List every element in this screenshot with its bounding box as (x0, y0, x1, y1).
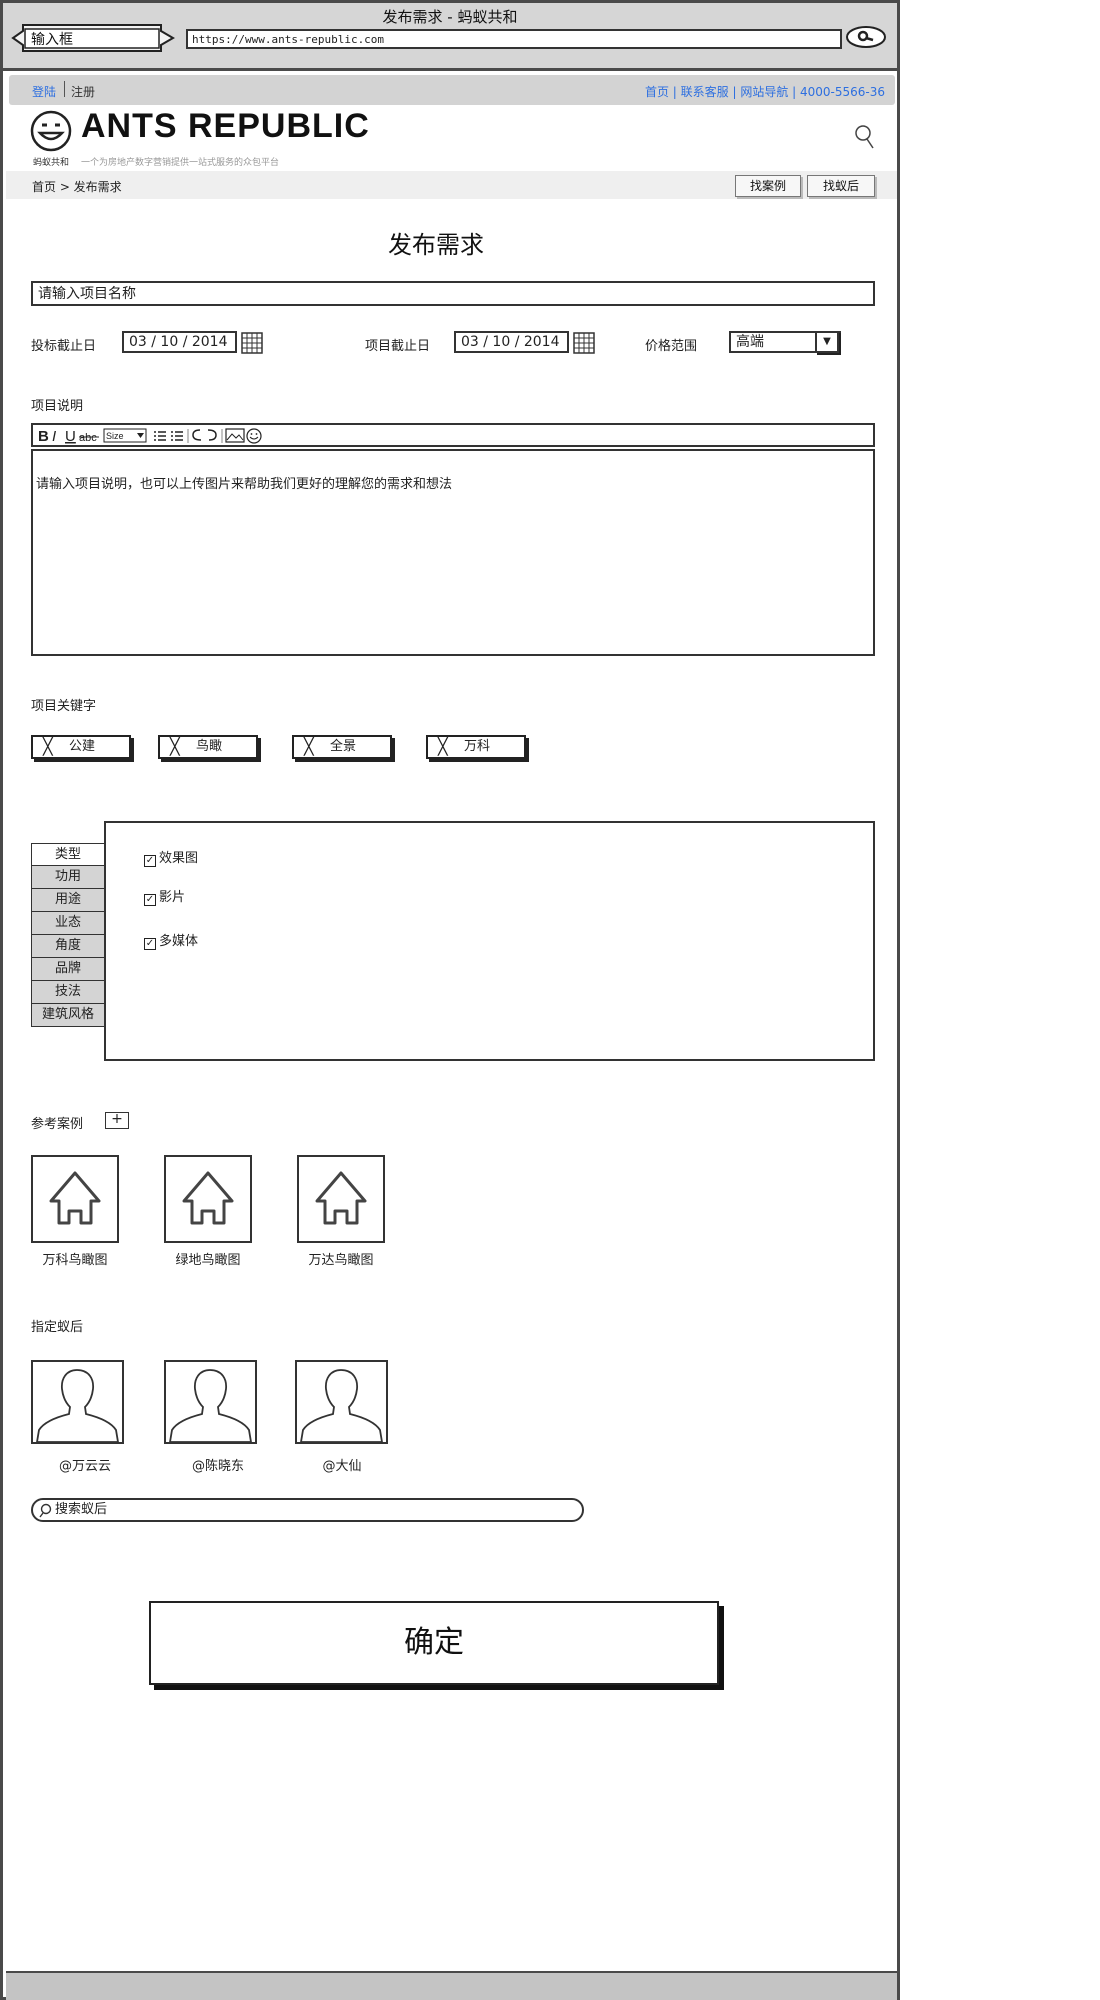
house-icon (49, 1171, 101, 1225)
svg-text:abc: abc (79, 432, 97, 444)
case-image-placeholder[interactable] (297, 1155, 385, 1243)
checkbox-option[interactable]: ✓ 多媒体 (144, 930, 198, 950)
description-editor[interactable]: 请输入项目说明，也可以上传图片来帮助我们更好的理解您的需求和想法 (31, 449, 875, 656)
editor-toolbar: B I U abc Size (31, 423, 875, 447)
bid-deadline-field[interactable]: 03 / 10 / 2014 (122, 331, 237, 353)
smiley-logo-icon (30, 110, 72, 152)
close-icon[interactable]: ╳ (170, 737, 180, 757)
queen-name[interactable]: @大仙 (282, 1455, 402, 1474)
checkbox-option[interactable]: ✓ 影片 (144, 886, 185, 906)
price-range-label: 价格范围 (645, 339, 698, 354)
tab-technique[interactable]: 技法 (31, 981, 105, 1004)
case-label: 万科鸟瞰图 (42, 1253, 108, 1268)
checkbox-checked-icon[interactable]: ✓ (144, 938, 156, 950)
close-icon[interactable]: ╳ (304, 737, 314, 757)
tab-angle[interactable]: 角度 (31, 935, 105, 958)
brand-name: ANTS REPUBLIC (81, 107, 370, 145)
login-link[interactable]: 登陆 (32, 83, 56, 100)
search-icon (39, 1503, 52, 1518)
tab-type[interactable]: 类型 (31, 843, 105, 866)
case-label: 绿地鸟瞰图 (175, 1253, 241, 1268)
dropdown-arrow-icon[interactable]: ▼ (815, 331, 839, 353)
emoji-icon[interactable] (246, 428, 262, 444)
add-icon[interactable]: + (105, 1112, 129, 1129)
description-label: 项目说明 (31, 399, 84, 414)
user-silhouette-icon (169, 1369, 252, 1442)
bold-icon[interactable]: B (38, 428, 49, 445)
address-bar[interactable]: https://www.ants-republic.com (186, 29, 842, 49)
tab-label: 输入框 (31, 32, 73, 48)
browser-window: 发布需求 - 蚂蚁共和 输入框 https://www.ants-republi… (0, 0, 900, 2000)
redo-icon[interactable] (207, 429, 217, 441)
house-icon (182, 1171, 234, 1225)
tab-business[interactable]: 业态 (31, 912, 105, 935)
italic-icon[interactable]: I (52, 428, 56, 445)
designated-queen-label: 指定蚁后 (31, 1320, 84, 1335)
browser-search-button[interactable] (845, 25, 887, 49)
keyword-tag[interactable]: ╳ 公建 (31, 735, 131, 759)
keyword-tag[interactable]: ╳ 全景 (292, 735, 392, 759)
house-icon (315, 1171, 367, 1225)
checkbox-checked-icon[interactable]: ✓ (144, 855, 156, 867)
reference-cases-label: 参考案例 (31, 1117, 84, 1132)
bullet-list-icon[interactable] (154, 431, 166, 441)
tab-brand[interactable]: 品牌 (31, 958, 105, 981)
category-tabs: 类型 功用 用途 业态 角度 品牌 技法 建筑风格 (31, 843, 105, 1027)
numbered-list-icon[interactable] (171, 431, 183, 441)
keyword-tag[interactable]: ╳ 万科 (426, 735, 526, 759)
queen-search-input[interactable]: 搜索蚁后 (31, 1498, 584, 1522)
tab-function[interactable]: 功用 (31, 866, 105, 889)
breadcrumb-bar: 首页 > 发布需求 找案例 找蚁后 (6, 171, 897, 199)
find-case-button[interactable]: 找案例 (735, 175, 801, 197)
search-icon[interactable] (853, 123, 877, 151)
top-bar: 登陆 注册 首页 | 联系客服 | 网站导航 | 4000-5566-36 (9, 75, 895, 105)
confirm-button[interactable]: 确定 (149, 1601, 719, 1685)
project-deadline-field[interactable]: 03 / 10 / 2014 (454, 331, 569, 353)
queen-name[interactable]: @万云云 (25, 1455, 145, 1474)
tab-panel: ✓ 效果图 ✓ 影片 ✓ 多媒体 (104, 821, 875, 1061)
image-insert-icon[interactable] (225, 428, 245, 443)
close-icon[interactable]: ╳ (43, 737, 53, 757)
find-queen-button[interactable]: 找蚁后 (807, 175, 875, 197)
project-deadline-label: 项目截止日 (365, 339, 431, 354)
divider (64, 81, 65, 97)
case-image-placeholder[interactable] (31, 1155, 119, 1243)
avatar[interactable] (164, 1360, 257, 1444)
queen-name[interactable]: @陈晓东 (158, 1455, 278, 1474)
font-size-dropdown[interactable]: Size (103, 428, 147, 443)
case-label: 万达鸟瞰图 (308, 1253, 374, 1268)
logo-subtitle: 蚂蚁共和 (33, 158, 70, 168)
bid-deadline-label: 投标截止日 (31, 339, 97, 354)
calendar-icon[interactable] (241, 332, 263, 354)
tab-architecture-style[interactable]: 建筑风格 (31, 1004, 105, 1027)
user-silhouette-icon (36, 1369, 119, 1442)
underline-icon[interactable]: U (65, 428, 76, 445)
svg-text:Size: Size (106, 431, 124, 441)
top-nav-links[interactable]: 首页 | 联系客服 | 网站导航 | 4000-5566-36 (645, 83, 885, 100)
calendar-icon[interactable] (573, 332, 595, 354)
checkbox-checked-icon[interactable]: ✓ (144, 894, 156, 906)
strikethrough-icon[interactable]: abc (79, 432, 99, 444)
checkbox-option[interactable]: ✓ 效果图 (144, 847, 198, 867)
tab-usage[interactable]: 用途 (31, 889, 105, 912)
register-link[interactable]: 注册 (71, 83, 95, 100)
undo-icon[interactable] (192, 429, 202, 441)
case-image-placeholder[interactable] (164, 1155, 252, 1243)
project-name-input[interactable]: 请输入项目名称 (31, 281, 875, 306)
page-title: 发布需求 (388, 231, 484, 259)
status-bar (6, 1971, 897, 2000)
browser-chrome: 发布需求 - 蚂蚁共和 输入框 https://www.ants-republi… (3, 3, 897, 71)
keywords-label: 项目关键字 (31, 699, 97, 714)
avatar[interactable] (295, 1360, 388, 1444)
keyword-tag[interactable]: ╳ 鸟瞰 (158, 735, 258, 759)
close-icon[interactable]: ╳ (438, 737, 448, 757)
user-silhouette-icon (300, 1369, 383, 1442)
avatar[interactable] (31, 1360, 124, 1444)
breadcrumb[interactable]: 首页 > 发布需求 (32, 178, 122, 195)
brand-tagline: 一个为房地产数字营销提供一站式服务的众包平台 (81, 158, 280, 168)
